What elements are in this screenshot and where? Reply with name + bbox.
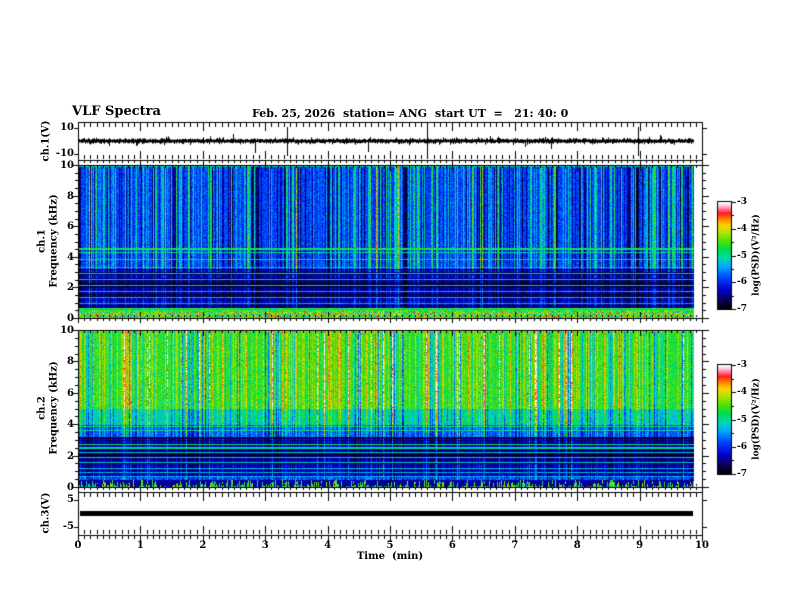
colorbar-tick-label: -6 — [737, 277, 747, 288]
ch3v-axis-label: ch.3(V) — [40, 492, 52, 534]
freq-tick-label: 10 — [60, 160, 74, 171]
time-tick-label: 4 — [324, 540, 332, 551]
ch2spec-freq-label: Frequency (kHz) — [48, 361, 60, 455]
time-tick-label: 10 — [695, 540, 709, 551]
ch3-voltage-panel — [78, 492, 702, 535]
date-label: Feb. 25, 2026 — [252, 107, 336, 120]
time-tick-label: 8 — [573, 540, 581, 551]
ch1-spectrogram-panel — [78, 165, 702, 318]
colorbar-tick-label: -5 — [737, 414, 747, 425]
freq-tick-label: 0 — [67, 482, 74, 493]
colorbar-tick-label: -4 — [737, 387, 747, 398]
ch1v-ymax-label: 10 — [60, 122, 74, 133]
time-tick-label: 9 — [636, 540, 644, 551]
freq-tick-label: 4 — [67, 251, 74, 263]
time-tick-label: 3 — [261, 540, 269, 551]
station-label: station= ANG — [343, 107, 428, 120]
freq-tick-label: 2 — [67, 450, 74, 462]
colorbar-tick-label: -4 — [737, 223, 747, 234]
time-tick-label: 6 — [448, 540, 456, 551]
ch1spec-freq-label: Frequency (kHz) — [48, 194, 60, 288]
ch3v-ymin-label: -5 — [62, 521, 74, 532]
ch2-spectrogram-panel — [78, 330, 702, 487]
colorbar-tick-label: -3 — [737, 197, 747, 207]
time-tick-label: 7 — [511, 540, 519, 551]
start-ut-label: start UT = 21: 40: 0 — [435, 107, 569, 120]
ch3v-ymax-label: 5 — [67, 494, 74, 505]
time-tick-label: 5 — [386, 540, 394, 551]
colorbar-tick-label: -7 — [737, 469, 747, 479]
ch2spec-channel-label: ch.2 — [36, 396, 48, 420]
colorbar-tick-label: -6 — [737, 441, 747, 452]
colorbar-ch2 — [717, 364, 732, 475]
ch1v-axis-label: ch.1(V) — [40, 120, 52, 162]
freq-tick-label: 2 — [67, 282, 74, 294]
colorbar-tick-label: -3 — [737, 360, 747, 370]
freq-tick-label: 6 — [67, 387, 74, 399]
ch1v-ymin-label: -10 — [55, 148, 74, 159]
colorbar-tick-label: -5 — [737, 250, 747, 261]
time-tick-label: 1 — [136, 540, 144, 551]
colorbar-tick-label: -7 — [737, 304, 747, 314]
page-title: VLF Spectra — [72, 104, 161, 119]
freq-tick-label: 8 — [67, 190, 74, 202]
freq-tick-label: 6 — [67, 221, 74, 233]
colorbar-ch1 — [717, 201, 732, 310]
time-tick-label: 0 — [74, 540, 82, 551]
freq-tick-label: 4 — [67, 419, 74, 431]
ch1spec-channel-label: ch.1 — [36, 229, 48, 253]
ch1-voltage-panel — [78, 122, 702, 160]
freq-tick-label: 0 — [67, 313, 74, 324]
freq-tick-label: 8 — [67, 356, 74, 368]
vlf-spectra-figure: VLF Spectra Feb. 25, 2026 station= ANG s… — [0, 0, 792, 612]
freq-tick-label: 10 — [60, 325, 74, 336]
time-tick-label: 2 — [199, 540, 207, 551]
time-axis-label: Time (min) — [356, 551, 424, 562]
